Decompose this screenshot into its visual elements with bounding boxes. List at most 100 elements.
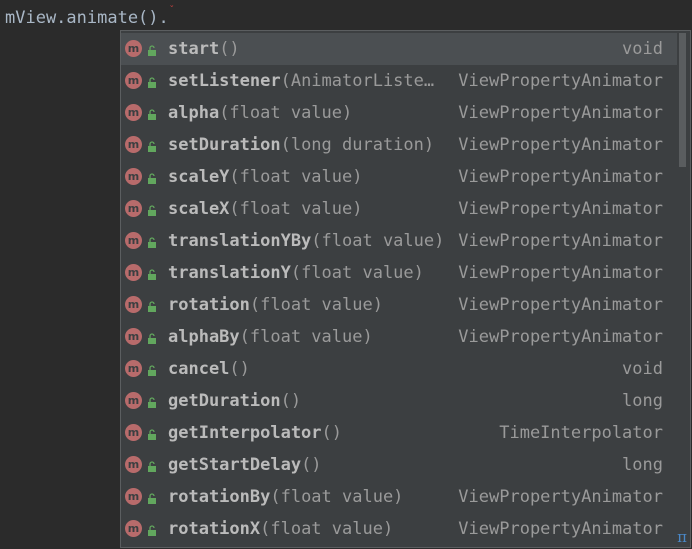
method-name: getStartDelay() [168,449,322,481]
method-name: setDuration(long duration) [168,129,434,161]
public-lock-icon [147,106,157,120]
public-lock-icon [147,298,157,312]
completion-item[interactable]: m scaleX(float value) ViewPropertyAnimator [121,193,677,225]
return-type: ViewPropertyAnimator [458,167,663,187]
return-type: long [622,455,663,475]
method-params: () [321,423,343,443]
method-icon: m [125,136,142,153]
method-icon: m [125,456,142,473]
method-name: alpha(float value) [168,97,352,129]
return-type: ViewPropertyAnimator [458,519,663,539]
method-params: () [301,455,322,475]
public-lock-icon [147,202,157,216]
return-type: ViewPropertyAnimator [458,71,663,91]
completion-item[interactable]: m cancel() void [121,353,677,385]
code-line[interactable]: mView.animate().ˇ [5,5,177,30]
completion-item[interactable]: m getDuration() long [121,385,677,417]
completion-item[interactable]: m translationYBy(float value) ViewProperty… [121,225,677,257]
method-icon: m [125,488,142,505]
method-params: (float value) [290,263,424,283]
return-type: void [622,39,663,59]
method-name: rotation(float value) [168,289,383,321]
method-params: (AnimatorListe… [280,71,435,91]
method-icon: m [125,328,142,345]
scrollbar[interactable] [678,32,689,547]
completion-item[interactable]: m setDuration(long duration) ViewPropertyA… [121,129,677,161]
method-params: () [280,391,302,411]
method-name-text: rotation [168,295,250,315]
public-lock-icon [147,490,157,504]
completion-popup[interactable]: m start() void m setListener(AnimatorListe… V… [120,30,691,548]
method-name: cancel() [168,353,250,385]
method-name: setListener(AnimatorListe… [168,65,434,97]
method-icon: m [125,200,142,217]
return-type: TimeInterpolator [499,423,663,443]
completion-item[interactable]: m start() void [121,33,677,65]
method-name-text: rotationX [168,519,261,539]
method-name: getInterpolator() [168,417,342,449]
method-name-text: translationY [168,263,291,283]
completion-item[interactable]: m getInterpolator() TimeInterpolator [121,417,677,449]
method-icon: m [125,104,142,121]
method-name-text: cancel [168,359,230,379]
completion-item[interactable]: m getStartDelay() long [121,449,677,481]
return-type: ViewPropertyAnimator [458,295,663,315]
completion-item[interactable]: m scaleY(float value) ViewPropertyAnimator [121,161,677,193]
method-icon: m [125,392,142,409]
method-name-text: start [168,39,220,59]
method-params: (float value) [239,327,373,347]
method-name: alphaBy(float value) [168,321,373,353]
completion-item[interactable]: m alphaBy(float value) ViewPropertyAnimato… [121,321,677,353]
public-lock-icon [147,522,157,536]
method-params: (long duration) [280,135,435,155]
method-icon: m [125,232,142,249]
method-name: getDuration() [168,385,301,417]
method-name-text: getInterpolator [168,423,322,443]
completion-item[interactable]: m rotation(float value) ViewPropertyAnimat… [121,289,677,321]
public-lock-icon [147,394,157,408]
method-icon: m [125,72,142,89]
method-params: (float value) [270,487,404,507]
public-lock-icon [147,234,157,248]
public-lock-icon [147,74,157,88]
method-name-text: translationYBy [168,231,312,251]
return-type: long [622,391,663,411]
return-type: ViewPropertyAnimator [458,199,663,219]
method-params: (float value) [219,103,353,123]
method-name-text: scaleY [168,167,230,187]
method-name-text: scaleX [168,199,230,219]
completion-item[interactable]: m rotationBy(float value) ViewPropertyAnim… [121,481,677,513]
public-lock-icon [147,330,157,344]
method-name: rotationBy(float value) [168,481,403,513]
completion-item[interactable]: m translationY(float value) ViewPropertyAn… [121,257,677,289]
completion-item[interactable]: m alpha(float value) ViewPropertyAnimator [121,97,677,129]
method-params: () [229,359,250,379]
public-lock-icon [147,426,157,440]
public-lock-icon [147,362,157,376]
completion-item[interactable]: m rotationX(float value) ViewPropertyAnima… [121,513,677,545]
completion-item[interactable]: m setListener(AnimatorListe… ViewPropertyA… [121,65,677,97]
method-name: translationY(float value) [168,257,424,289]
public-lock-icon [147,266,157,280]
return-type: ViewPropertyAnimator [458,231,663,251]
code-text[interactable]: mView.animate(). [5,8,169,28]
method-name-text: getDuration [168,391,281,411]
method-name-text: rotationBy [168,487,271,507]
method-name: scaleY(float value) [168,161,362,193]
method-icon: m [125,360,142,377]
return-type: void [622,359,663,379]
pi-link[interactable]: π [677,529,687,545]
method-name-text: setListener [168,71,281,91]
return-type: ViewPropertyAnimator [458,327,663,347]
method-name: scaleX(float value) [168,193,362,225]
method-name: rotationX(float value) [168,513,393,545]
method-icon: m [125,520,142,537]
error-mark: ˇ [168,5,175,16]
method-name-text: setDuration [168,135,281,155]
method-params: (float value) [229,199,363,219]
method-icon: m [125,264,142,281]
method-icon: m [125,424,142,441]
scrollbar-thumb[interactable] [679,33,686,167]
method-name-text: alpha [168,103,220,123]
method-name-text: alphaBy [168,327,240,347]
